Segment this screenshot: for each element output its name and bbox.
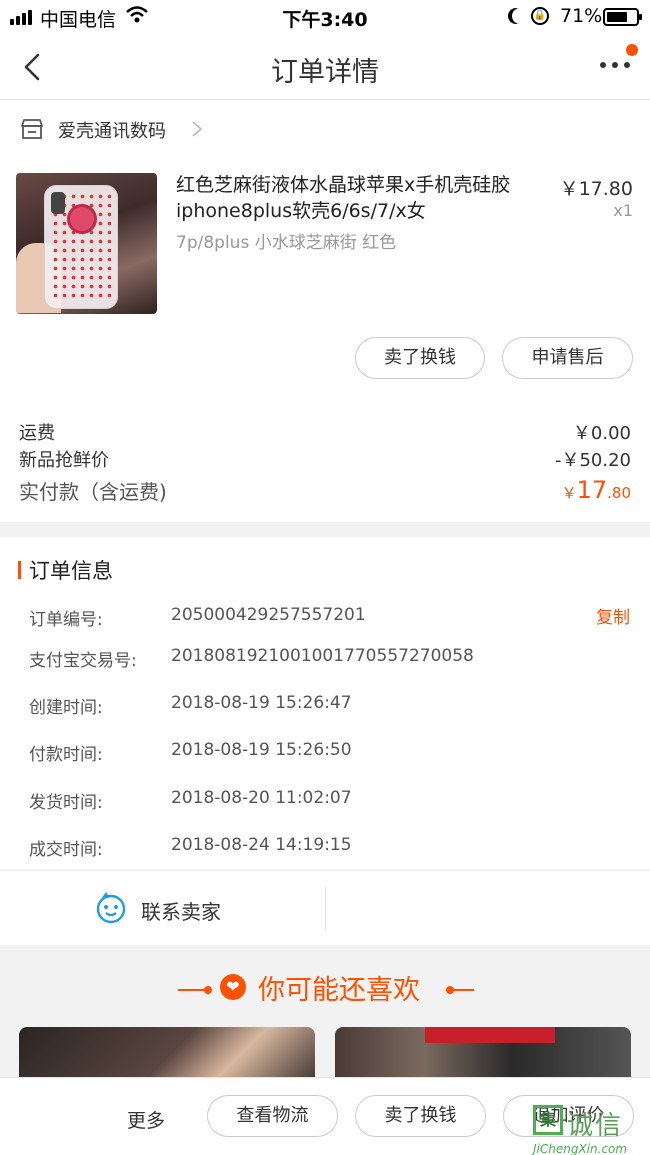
discount-label: 新品抢鲜价 bbox=[19, 450, 109, 471]
completed-time-value: 2018-08-24 14:19:15 bbox=[171, 835, 352, 855]
nav-bar: 订单详情 bbox=[0, 34, 650, 100]
product-sku: 7p/8plus 小水球芝麻街 红色 bbox=[176, 233, 397, 253]
alipay-trade-label: 支付宝交易号: bbox=[29, 651, 137, 671]
shop-name: 爱壳通讯数码 bbox=[58, 121, 166, 142]
divider bbox=[325, 887, 326, 931]
watermark-logo: 集 诚信 JiChengXin.com bbox=[533, 1105, 650, 1155]
total-paid-value: ￥17.80 bbox=[561, 476, 631, 504]
completed-time-row: 成交时间: 2018-08-24 14:19:15 bbox=[29, 835, 352, 860]
moon-icon bbox=[512, 8, 528, 24]
shipping-fee-row: 运费 ￥0.00 bbox=[19, 419, 631, 445]
sell-for-cash-button[interactable]: 卖了换钱 bbox=[355, 1095, 486, 1137]
order-card: 爱壳通讯数码 红色芝麻街液体水晶球苹果x手机壳硅胶iphone8plus软壳6/… bbox=[0, 100, 650, 522]
rotation-lock-icon: 🔒 bbox=[531, 7, 549, 25]
discount-row: 新品抢鲜价 -￥50.20 bbox=[19, 446, 631, 472]
created-time-value: 2018-08-19 15:26:47 bbox=[171, 693, 352, 713]
order-number-label: 订单编号: bbox=[29, 610, 103, 630]
alipay-trade-value: 2018081921001001770557270058 bbox=[171, 646, 474, 666]
product-price: ￥17.80 bbox=[559, 178, 633, 200]
total-paid-row: 实付款（含运费) ￥17.80 bbox=[19, 476, 631, 505]
paid-time-value: 2018-08-19 15:26:50 bbox=[171, 740, 352, 760]
page-title: 订单详情 bbox=[271, 57, 379, 88]
section-accent-bar bbox=[18, 561, 21, 579]
shipped-time-label: 发货时间: bbox=[29, 793, 103, 813]
shipped-time-row: 发货时间: 2018-08-20 11:02:07 bbox=[29, 788, 352, 813]
more-button[interactable]: 更多 bbox=[127, 1106, 165, 1133]
created-time-label: 创建时间: bbox=[29, 698, 103, 718]
alipay-trade-row: 支付宝交易号: 2018081921001001770557270058 bbox=[29, 646, 474, 671]
apply-aftersale-button[interactable]: 申请售后 bbox=[502, 337, 633, 379]
recommend-heading: 你可能还喜欢 bbox=[258, 975, 420, 1006]
copy-order-number-button[interactable]: 复制 bbox=[596, 603, 630, 628]
created-time-row: 创建时间: 2018-08-19 15:26:47 bbox=[29, 693, 352, 718]
heart-icon: ❤ bbox=[220, 974, 246, 1000]
order-number-row: 订单编号: 205000429257557201 bbox=[29, 605, 366, 630]
shop-header[interactable]: 爱壳通讯数码 bbox=[0, 100, 650, 160]
contact-bar: 联系卖家 bbox=[0, 870, 650, 945]
battery-icon bbox=[603, 8, 642, 26]
order-info-section: 订单信息 复制 订单编号: 205000429257557201 支付宝交易号:… bbox=[0, 537, 650, 869]
chat-face-icon[interactable] bbox=[95, 892, 127, 924]
view-logistics-button[interactable]: 查看物流 bbox=[207, 1095, 338, 1137]
sell-for-cash-button[interactable]: 卖了换钱 bbox=[355, 337, 485, 379]
notification-dot bbox=[626, 44, 638, 56]
status-bar: 中国电信 下午3:40 🔒 71% bbox=[0, 0, 650, 34]
chevron-right-icon bbox=[192, 121, 203, 137]
shop-icon bbox=[21, 119, 43, 139]
contact-seller-button[interactable]: 联系卖家 bbox=[141, 896, 221, 925]
battery-percent: 71% bbox=[560, 5, 603, 27]
shipped-time-value: 2018-08-20 11:02:07 bbox=[171, 788, 352, 808]
discount-value: -￥50.20 bbox=[554, 450, 631, 471]
recommend-header: ❤ 你可能还喜欢 bbox=[0, 968, 650, 1008]
completed-time-label: 成交时间: bbox=[29, 840, 103, 860]
product-title[interactable]: 红色芝麻街液体水晶球苹果x手机壳硅胶iphone8plus软壳6/6s/7/x女 bbox=[176, 172, 546, 224]
shipping-fee-value: ￥0.00 bbox=[572, 423, 631, 444]
product-image[interactable] bbox=[16, 173, 157, 314]
paid-time-label: 付款时间: bbox=[29, 745, 103, 765]
more-icon[interactable] bbox=[600, 62, 630, 72]
shipping-fee-label: 运费 bbox=[19, 423, 55, 444]
paid-time-row: 付款时间: 2018-08-19 15:26:50 bbox=[29, 740, 352, 765]
battery-fill bbox=[607, 12, 627, 22]
status-time: 下午3:40 bbox=[282, 9, 368, 31]
order-number-value: 205000429257557201 bbox=[171, 605, 366, 625]
total-paid-label: 实付款（含运费) bbox=[19, 480, 167, 504]
order-info-heading: 订单信息 bbox=[29, 559, 113, 583]
product-quantity: x1 bbox=[613, 201, 633, 220]
